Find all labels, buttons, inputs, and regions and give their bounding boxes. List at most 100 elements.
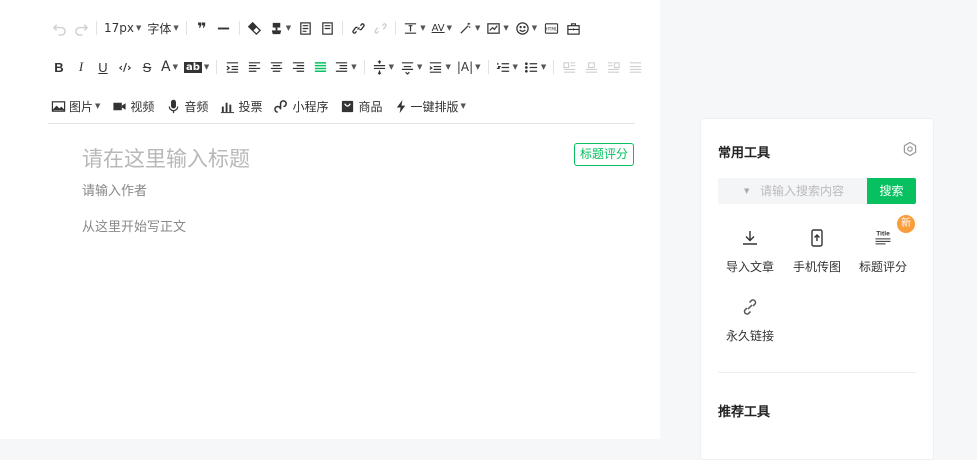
insert-vote-label: 投票	[238, 99, 263, 114]
insert-video-label: 视频	[130, 99, 155, 114]
bg-color-label: ab	[183, 61, 202, 73]
insert-audio-label: 音频	[184, 99, 209, 114]
tool-label: 永久链接	[725, 329, 774, 343]
letter-spacing-label: |A|	[456, 60, 474, 74]
insert-audio-button[interactable]: 音频	[163, 95, 211, 117]
float-center-icon[interactable]	[580, 56, 602, 78]
tool-label: 导入文章	[725, 260, 774, 274]
link-icon[interactable]	[347, 17, 369, 39]
insert-vote-button[interactable]: 投票	[217, 95, 265, 117]
tool-permalink[interactable]: 永久链接	[717, 294, 783, 344]
tool-phone-upload[interactable]: 手机传图	[784, 225, 850, 275]
align-center-icon[interactable]	[265, 56, 287, 78]
font-family-select[interactable]: 字体 ▼	[144, 17, 181, 39]
toolbox-icon[interactable]	[562, 17, 584, 39]
ordered-list-icon[interactable]: ▼	[493, 56, 521, 78]
tools-panel: 常用工具 ▼ 搜索 导入文章 手机传图 Title 标题评分 新 永久链接 推荐…	[700, 118, 934, 460]
shop-bag-icon	[342, 100, 354, 112]
undo-icon[interactable]	[48, 17, 70, 39]
separator	[238, 21, 240, 35]
letter-spacing-button[interactable]: |A| ▼	[454, 56, 484, 78]
bg-color-button[interactable]: ab ▼	[181, 56, 212, 78]
float-left-icon[interactable]	[558, 56, 580, 78]
paragraph-indent-icon[interactable]: ▼	[425, 56, 453, 78]
strikethrough-button[interactable]: S	[136, 56, 158, 78]
panel-title: 常用工具	[718, 146, 771, 161]
separator	[96, 21, 97, 35]
float-none-icon[interactable]	[624, 56, 646, 78]
horizontal-rule-icon[interactable]	[213, 17, 235, 39]
search-input[interactable]	[760, 181, 864, 201]
insert-image-button[interactable]: 图片 ▼	[48, 95, 103, 117]
new-badge: 新	[897, 215, 915, 233]
vertical-spacing-icon[interactable]: ▼	[369, 56, 397, 78]
format-painter-icon[interactable]: ▼	[266, 17, 294, 39]
align-justify-icon[interactable]	[309, 56, 331, 78]
tool-search: ▼ 搜索	[718, 178, 916, 204]
recommended-tools-title: 推荐工具	[718, 405, 771, 420]
svg-text:Title: Title	[876, 231, 890, 238]
bold-button[interactable]: B	[48, 56, 70, 78]
insert-doc-icon[interactable]	[294, 17, 316, 39]
tool-label: 标题评分	[858, 260, 907, 274]
char-spacing-icon[interactable]: AV ▼	[429, 17, 455, 39]
video-icon	[113, 102, 126, 110]
insert-image-label: 图片	[69, 99, 94, 114]
separator	[363, 60, 365, 74]
separator	[185, 21, 187, 35]
template-icon[interactable]	[316, 17, 338, 39]
line-height-icon[interactable]: ▼	[397, 56, 425, 78]
editor-area: 17px ▼ 字体 ▼ ❞ ▼ ▼ AV ▼ ▼ ▼ ▼ HTML B I U …	[0, 0, 660, 439]
lightning-icon	[397, 99, 406, 113]
code-button[interactable]: ‹/›	[114, 56, 136, 78]
font-size-value: 17px	[104, 21, 134, 35]
paragraph-spacing-icon[interactable]: ▼	[400, 17, 428, 39]
emoji-icon[interactable]: ▼	[512, 17, 540, 39]
chevron-down-icon[interactable]: ▼	[744, 187, 749, 195]
import-icon	[717, 225, 783, 251]
insert-product-label: 商品	[358, 99, 383, 114]
italic-button[interactable]: I	[70, 56, 92, 78]
title-input[interactable]: 请在这里输入标题	[82, 143, 250, 173]
phone-upload-icon	[784, 225, 850, 251]
one-click-layout-label: 一键排版	[410, 99, 459, 114]
body-editor[interactable]: 从这里开始写正文	[82, 216, 186, 235]
link-icon	[717, 294, 783, 320]
tool-label: 手机传图	[792, 260, 841, 274]
first-line-indent-icon[interactable]: ▼	[331, 56, 359, 78]
insert-product-button[interactable]: 商品	[337, 95, 385, 117]
unlink-icon[interactable]	[369, 17, 391, 39]
gear-icon[interactable]	[902, 141, 918, 157]
eraser-icon[interactable]	[244, 17, 266, 39]
author-input[interactable]: 请输入作者	[82, 180, 147, 199]
quote-icon[interactable]: ❞	[191, 17, 213, 39]
insert-video-button[interactable]: 视频	[109, 95, 157, 117]
font-family-value: 字体	[147, 21, 172, 36]
indent-icon[interactable]	[221, 56, 243, 78]
redo-icon[interactable]	[70, 17, 92, 39]
one-click-layout-button[interactable]: 一键排版 ▼	[391, 95, 468, 117]
align-left-icon[interactable]	[243, 56, 265, 78]
svg-text:HTML: HTML	[545, 26, 557, 31]
search-button[interactable]: 搜索	[867, 178, 916, 204]
toolbar-divider	[48, 123, 635, 124]
char-spacing-label: AV	[431, 22, 445, 34]
toolbar-row-2: B I U ‹/› S A ▼ ab ▼ ▼ ▼ ▼ ▼ |A| ▼ ▼ ▼	[48, 54, 646, 80]
unordered-list-icon[interactable]: ▼	[521, 56, 549, 78]
underline-button[interactable]: U	[92, 56, 114, 78]
insert-miniprogram-button[interactable]: 小程序	[271, 95, 331, 117]
tool-import-article[interactable]: 导入文章	[717, 225, 783, 275]
align-right-icon[interactable]	[287, 56, 309, 78]
miniprogram-icon	[274, 99, 288, 113]
bar-chart-icon	[221, 102, 235, 113]
title-score-button[interactable]: 标题评分	[574, 143, 635, 166]
separator	[216, 60, 218, 74]
float-right-icon[interactable]	[602, 56, 624, 78]
chart-icon[interactable]: ▼	[483, 17, 511, 39]
font-color-button[interactable]: A ▼	[158, 56, 181, 78]
image-icon	[51, 100, 66, 112]
html-icon[interactable]: HTML	[540, 17, 562, 39]
font-size-select[interactable]: 17px ▼	[101, 17, 144, 39]
magic-icon[interactable]: ▼	[455, 17, 483, 39]
microphone-icon	[169, 99, 179, 113]
